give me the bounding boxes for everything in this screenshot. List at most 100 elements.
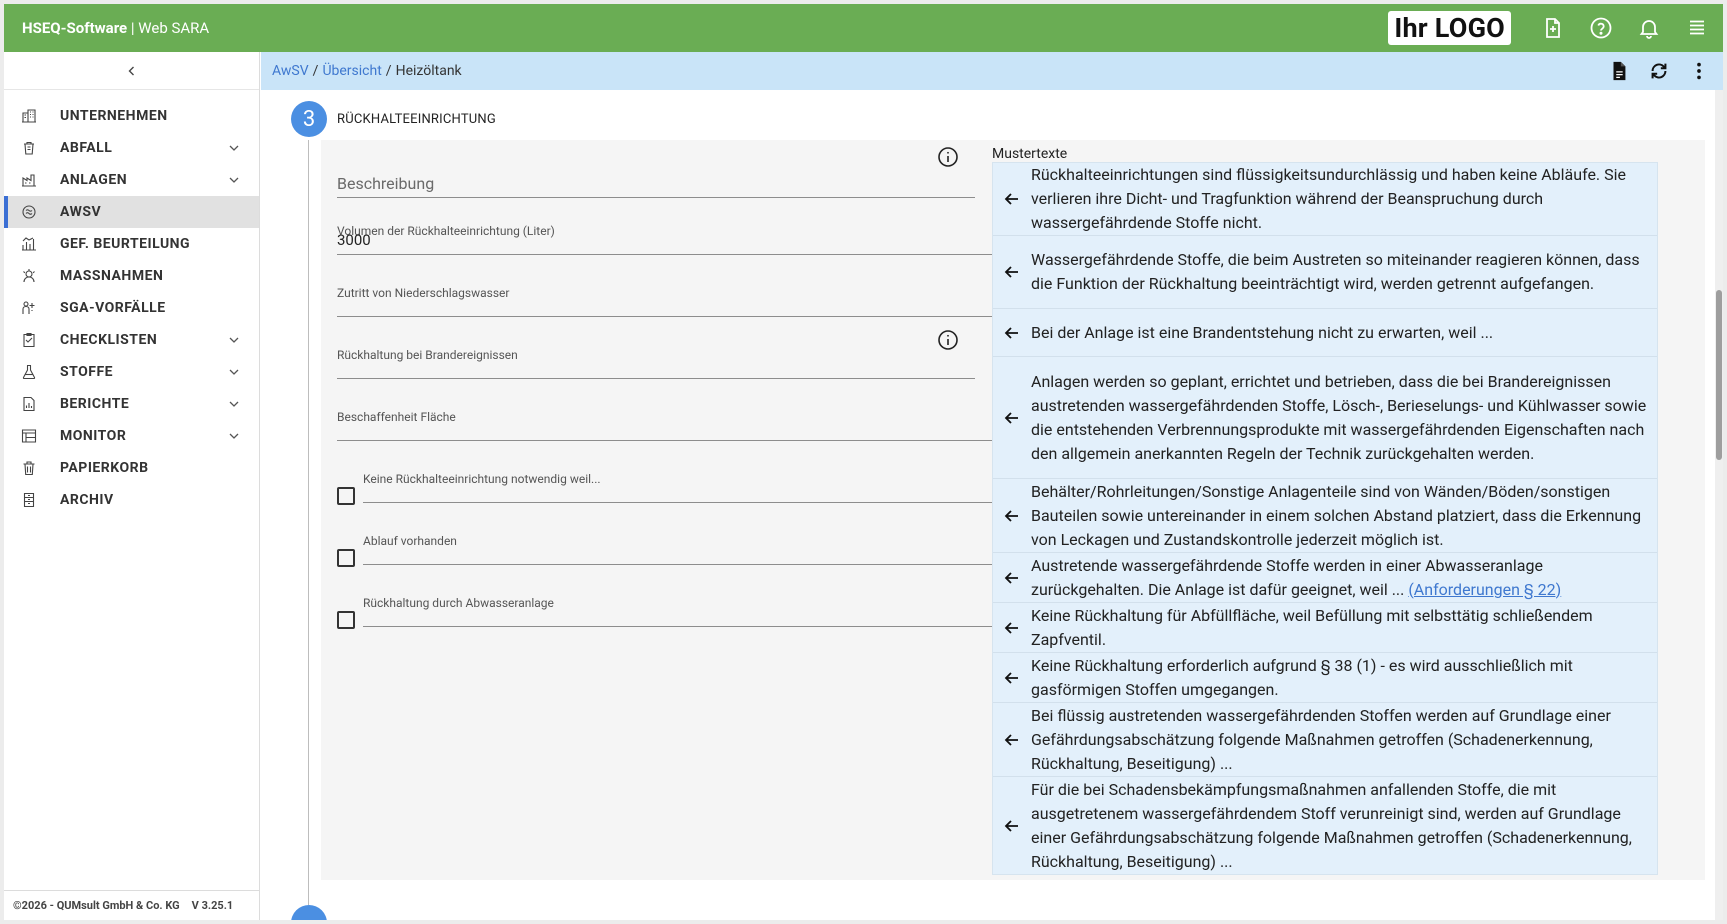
company-logo: Ihr LOGO bbox=[1388, 11, 1511, 45]
stepper-line bbox=[308, 140, 309, 905]
breadcrumb-separator: / bbox=[385, 63, 392, 79]
sidebar-item-label: UNTERNEHMEN bbox=[60, 108, 168, 124]
mustertext-text: Für die bei Schadensbekämpfungsmaßnahmen… bbox=[1031, 779, 1632, 871]
sidebar-item-unternehmen[interactable]: UNTERNEHMEN bbox=[4, 100, 259, 132]
chevron-down-icon bbox=[229, 369, 239, 375]
mustertext-item[interactable]: Anlagen werden so geplant, errichtet und… bbox=[993, 357, 1657, 479]
risk-chart-icon bbox=[20, 235, 38, 253]
main-content: 3 RÜCKHALTEEINRICHTUNG Beschreibung Volu… bbox=[261, 90, 1723, 920]
sidebar-item-archiv[interactable]: ARCHIV bbox=[4, 484, 259, 516]
monitor-icon bbox=[20, 427, 38, 445]
mustertext-item[interactable]: Bei flüssig austretenden wassergefährden… bbox=[993, 703, 1657, 777]
mustertext-item[interactable]: Für die bei Schadensbekämpfungsmaßnahmen… bbox=[993, 777, 1657, 874]
mustertext-text: Anlagen werden so geplant, errichtet und… bbox=[1031, 371, 1647, 463]
top-bar: HSEQ-Software | Web SARA Ihr LOGO bbox=[4, 4, 1723, 52]
arrow-left-icon[interactable] bbox=[993, 263, 1031, 281]
beschaffenheit-flaeche-field[interactable]: Beschaffenheit Fläche bbox=[337, 406, 1002, 441]
ablauf-vorhanden-field[interactable]: Ablauf vorhanden bbox=[363, 530, 1002, 565]
sidebar-item-checklisten[interactable]: CHECKLISTEN bbox=[4, 324, 259, 356]
pdf-document-icon[interactable] bbox=[1599, 52, 1639, 90]
section-title: RÜCKHALTEEINRICHTUNG bbox=[337, 112, 496, 127]
sidebar-item-monitor[interactable]: MONITOR bbox=[4, 420, 259, 452]
sidebar-item-label: STOFFE bbox=[60, 364, 113, 380]
beschreibung-field[interactable]: Beschreibung bbox=[337, 172, 975, 198]
arrow-left-icon[interactable] bbox=[993, 507, 1031, 525]
arrow-left-icon[interactable] bbox=[993, 619, 1031, 637]
arrow-left-icon[interactable] bbox=[993, 669, 1031, 687]
mustertexte-list: Rückhalteeinrichtungen sind flüssigkeits… bbox=[992, 162, 1658, 875]
checklist-icon bbox=[20, 331, 38, 349]
arrow-left-icon[interactable] bbox=[993, 409, 1031, 427]
anforderungen-link[interactable]: (Anforderungen § 22) bbox=[1408, 580, 1561, 599]
flaeche-label: Beschaffenheit Fläche bbox=[337, 410, 456, 424]
rueckhaltung-abwasseranlage-checkbox[interactable] bbox=[337, 611, 355, 629]
breadcrumb-link-awsv[interactable]: AwSV bbox=[272, 63, 309, 79]
keine-rueckhalteeinrichtung-field[interactable]: Keine Rückhalteeinrichtung notwendig wei… bbox=[363, 468, 1002, 503]
sidebar-item-stoffe[interactable]: STOFFE bbox=[4, 356, 259, 388]
mustertext-text: Bei der Anlage ist eine Brandentstehung … bbox=[1031, 322, 1494, 342]
mustertext-item[interactable]: Rückhalteeinrichtungen sind flüssigkeits… bbox=[993, 163, 1657, 236]
refresh-icon[interactable] bbox=[1639, 52, 1679, 90]
sidebar-item-papierkorb[interactable]: PAPIERKORB bbox=[4, 452, 259, 484]
waste-icon bbox=[20, 139, 38, 157]
chevron-down-icon bbox=[229, 433, 239, 439]
arrow-left-icon[interactable] bbox=[993, 731, 1031, 749]
sidebar-item-label: CHECKLISTEN bbox=[60, 332, 158, 348]
info-icon[interactable] bbox=[937, 146, 959, 168]
mustertext-item[interactable]: Austretende wassergefährdende Stoffe wer… bbox=[993, 553, 1657, 603]
plant-icon bbox=[20, 171, 38, 189]
water-icon bbox=[20, 203, 38, 221]
sidebar-item-label: SGA-VORFÄLLE bbox=[60, 300, 166, 316]
arrow-left-icon[interactable] bbox=[993, 817, 1031, 835]
mustertexte-title: Mustertexte bbox=[992, 146, 1068, 162]
sidebar-item-abfall[interactable]: ABFALL bbox=[4, 132, 259, 164]
arrow-left-icon[interactable] bbox=[993, 190, 1031, 208]
mustertext-text: Rückhalteeinrichtungen sind flüssigkeits… bbox=[1031, 165, 1626, 232]
sidebar-item-label: BERICHTE bbox=[60, 396, 130, 412]
zutritt-niederschlagswasser-field[interactable]: Zutritt von Niederschlagswasser bbox=[337, 282, 1002, 317]
mustertext-item[interactable]: Keine Rückhaltung erforderlich aufgrund … bbox=[993, 653, 1657, 703]
sidebar-item-label: MONITOR bbox=[60, 428, 127, 444]
sidebar-item-awsv[interactable]: AWSV bbox=[4, 196, 259, 228]
chevron-down-icon bbox=[229, 337, 239, 343]
scrollbar-thumb[interactable] bbox=[1716, 290, 1722, 460]
ablauf-vorhanden-checkbox[interactable] bbox=[337, 549, 355, 567]
sidebar-item-label: ABFALL bbox=[60, 140, 113, 156]
sidebar-item-massnahmen[interactable]: MASSNAHMEN bbox=[4, 260, 259, 292]
mustertext-item[interactable]: Wassergefährdende Stoffe, die beim Austr… bbox=[993, 236, 1657, 309]
sidebar-item-berichte[interactable]: BERICHTE bbox=[4, 388, 259, 420]
mustertext-item[interactable]: Bei der Anlage ist eine Brandentstehung … bbox=[993, 309, 1657, 357]
sidebar-item-label: PAPIERKORB bbox=[60, 460, 149, 476]
menu-icon[interactable] bbox=[1673, 4, 1721, 52]
version-text: V 3.25.1 bbox=[191, 899, 234, 912]
retention-form: Beschreibung Volumen der Rückhalteeinric… bbox=[321, 140, 1002, 880]
more-vertical-icon[interactable] bbox=[1679, 52, 1719, 90]
step-number-badge: 3 bbox=[291, 101, 327, 137]
bell-icon[interactable] bbox=[1625, 4, 1673, 52]
collapse-sidebar-button[interactable] bbox=[4, 52, 259, 90]
sidebar-footer: ©2026 - QUMsult GmbH & Co. KG V 3.25.1 bbox=[4, 890, 259, 920]
rueckhaltung-abwasseranlage-field[interactable]: Rückhaltung durch Abwasseranlage bbox=[363, 592, 1002, 627]
sidebar: UNTERNEHMEN ABFALL ANLAGEN AWSV GEF. BEU… bbox=[4, 52, 260, 920]
mustertext-item[interactable]: Keine Rückhaltung für Abfüllfläche, weil… bbox=[993, 603, 1657, 653]
breadcrumb-link-uebersicht[interactable]: Übersicht bbox=[322, 63, 381, 79]
chevron-down-icon bbox=[229, 177, 239, 183]
scrollbar[interactable] bbox=[1715, 90, 1723, 920]
arrow-left-icon[interactable] bbox=[993, 324, 1031, 342]
next-step-badge bbox=[291, 905, 327, 920]
sidebar-item-gef-beurteilung[interactable]: GEF. BEURTEILUNG bbox=[4, 228, 259, 260]
chevron-down-icon bbox=[229, 145, 239, 151]
mustertext-text: Wassergefährdende Stoffe, die beim Austr… bbox=[1031, 250, 1640, 293]
archive-icon bbox=[20, 491, 38, 509]
volumen-field[interactable]: Volumen der Rückhalteeinrichtung (Liter)… bbox=[337, 220, 1002, 255]
arrow-left-icon[interactable] bbox=[993, 569, 1031, 587]
sidebar-item-sga-vorfaelle[interactable]: SGA-VORFÄLLE bbox=[4, 292, 259, 324]
rueckhaltung-brand-field[interactable]: Rückhaltung bei Brandereignissen bbox=[337, 344, 975, 379]
help-icon[interactable] bbox=[1577, 4, 1625, 52]
keine-label: Keine Rückhalteeinrichtung notwendig wei… bbox=[363, 472, 601, 486]
info-icon[interactable] bbox=[937, 329, 959, 351]
mustertext-item[interactable]: Behälter/Rohrleitungen/Sonstige Anlagent… bbox=[993, 479, 1657, 553]
sidebar-item-anlagen[interactable]: ANLAGEN bbox=[4, 164, 259, 196]
document-icon[interactable] bbox=[1529, 4, 1577, 52]
keine-rueckhalteeinrichtung-checkbox[interactable] bbox=[337, 487, 355, 505]
